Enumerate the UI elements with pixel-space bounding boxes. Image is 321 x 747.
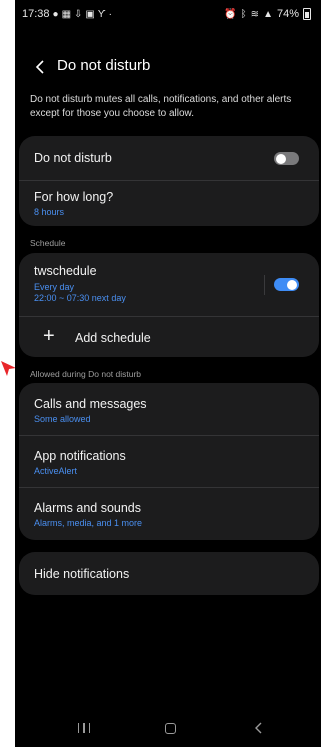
bluetooth-icon: ᛒ <box>240 8 247 20</box>
signal-icon: ▲ <box>263 8 273 20</box>
hide-notifications-row[interactable]: Hide notifications <box>19 552 319 595</box>
recents-icon[interactable] <box>73 720 95 736</box>
allowed-item-sub: ActiveAlert <box>34 466 78 476</box>
hide-notifications-label: Hide notifications <box>34 567 130 581</box>
schedule-divider <box>264 275 265 295</box>
status-bar: 17:38 ● ▦ ⇩ ▣ Ƴ · ⏰ ᛒ ≋ ▲ 74% <box>15 0 321 30</box>
allowed-item-sub: Some allowed <box>34 414 91 424</box>
allowed-item-label: Calls and messages <box>34 397 147 411</box>
allowed-item-label: Alarms and sounds <box>34 501 142 515</box>
battery-icon <box>303 8 311 20</box>
dnd-card: Do not disturb For how long? 8 hours <box>19 136 319 226</box>
for-how-long-label: For how long? <box>34 190 114 204</box>
chat-bubble-icon: ● <box>52 8 59 20</box>
schedule-section-label: Schedule <box>30 238 66 248</box>
allowed-card: Calls and messages Some allowed App noti… <box>19 383 319 540</box>
for-how-long-row[interactable]: For how long? 8 hours <box>19 180 319 226</box>
dnd-toggle[interactable] <box>274 152 299 165</box>
page-title: Do not disturb <box>57 57 151 74</box>
status-left: 17:38 ● ▦ ⇩ ▣ Ƴ · <box>22 8 112 20</box>
image-icon: ▣ <box>85 8 95 20</box>
battery-percent: 74% <box>276 8 299 20</box>
allowed-item-calls[interactable]: Calls and messages Some allowed <box>19 383 319 435</box>
allowed-item-app-notifications[interactable]: App notifications ActiveAlert <box>19 435 319 487</box>
description-text: Do not disturb mutes all calls, notifica… <box>30 94 292 119</box>
allowed-item-sub: Alarms, media, and 1 more <box>34 518 143 528</box>
for-how-long-value: 8 hours <box>34 207 65 217</box>
schedule-time: 22:00 ~ 07:30 next day <box>34 293 126 303</box>
schedule-toggle[interactable] <box>274 278 299 291</box>
allowed-item-alarms[interactable]: Alarms and sounds Alarms, media, and 1 m… <box>19 487 319 540</box>
schedule-item-row[interactable]: twschedule Every day 22:00 ~ 07:30 next … <box>19 253 319 316</box>
hide-notifications-card[interactable]: Hide notifications <box>19 552 319 595</box>
plus-icon: + <box>43 325 55 347</box>
navigation-bar <box>15 714 321 744</box>
signal-tower-icon: Ƴ <box>97 8 106 20</box>
wifi-icon: ≋ <box>250 8 260 20</box>
status-right: ⏰ ᛒ ≋ ▲ 74% <box>224 8 311 20</box>
back-icon[interactable] <box>251 720 267 736</box>
chevron-left-icon[interactable] <box>31 56 49 78</box>
alarm-icon: ⏰ <box>224 8 237 20</box>
status-time: 17:38 <box>22 8 50 20</box>
allowed-section-label: Allowed during Do not disturb <box>30 369 142 379</box>
dot-icon: · <box>108 8 112 20</box>
dnd-label: Do not disturb <box>34 151 112 165</box>
home-icon[interactable] <box>162 720 178 736</box>
add-schedule-label: Add schedule <box>75 331 151 345</box>
download-icon: ⇩ <box>74 8 83 20</box>
add-schedule-row[interactable]: + Add schedule <box>19 316 319 357</box>
gallery-icon: ▦ <box>61 8 72 20</box>
schedule-card: twschedule Every day 22:00 ~ 07:30 next … <box>19 253 319 357</box>
schedule-name: twschedule <box>34 264 97 278</box>
dnd-toggle-row[interactable]: Do not disturb <box>19 136 319 180</box>
phone-screen: 17:38 ● ▦ ⇩ ▣ Ƴ · ⏰ ᛒ ≋ ▲ 74% Do not dis… <box>15 0 321 747</box>
allowed-item-label: App notifications <box>34 449 126 463</box>
